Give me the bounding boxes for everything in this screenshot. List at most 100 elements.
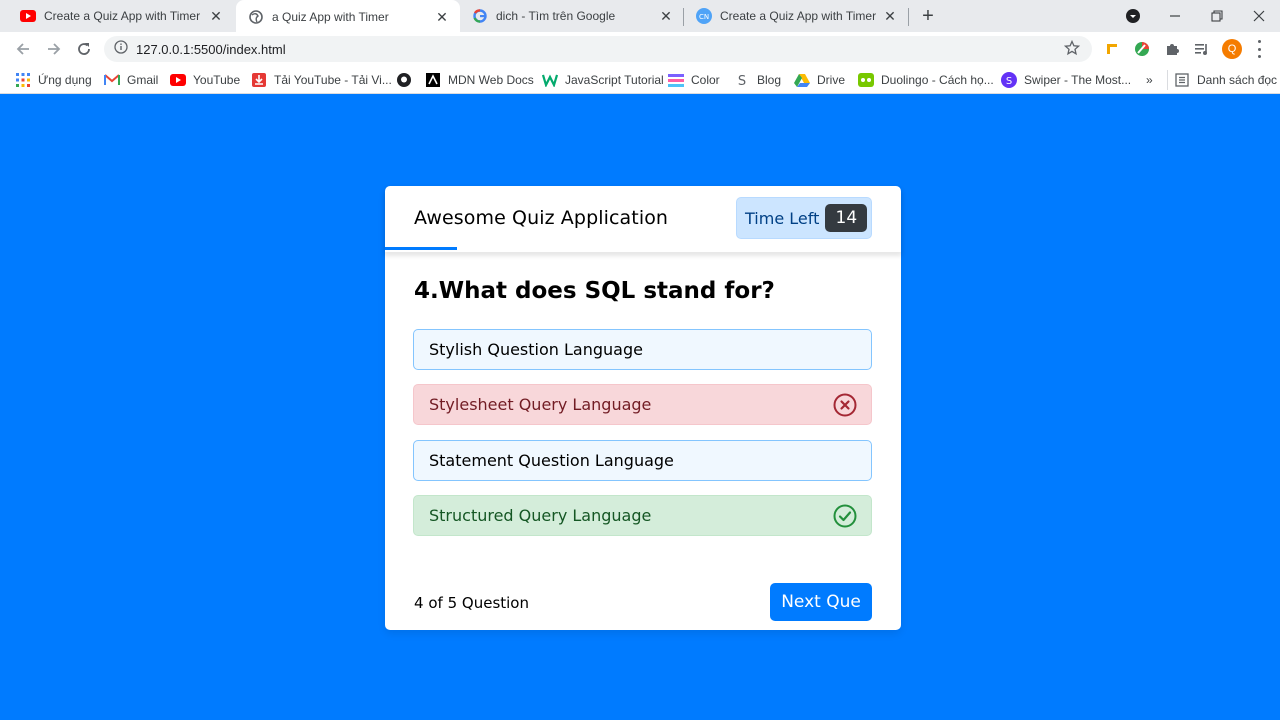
svg-text:S: S	[1006, 76, 1012, 87]
url-text[interactable]: 127.0.0.1:5500/index.html	[136, 42, 286, 57]
bookmark-blog[interactable]: S Blog	[734, 70, 781, 90]
close-tab-icon[interactable]: ✕	[434, 9, 450, 25]
bookmark-label: YouTube	[193, 73, 241, 87]
github-icon	[396, 72, 412, 88]
color-icon	[668, 72, 684, 88]
option-text: Stylish Question Language	[429, 340, 643, 359]
bookmark-label: Drive	[817, 73, 846, 87]
media-control-icon[interactable]	[1193, 40, 1211, 58]
check-icon	[833, 504, 857, 528]
minimize-window-button[interactable]	[1154, 0, 1196, 32]
bookmark-label: Color	[691, 73, 720, 87]
more-bookmarks-button[interactable]: »	[1146, 70, 1153, 90]
globe-icon	[248, 9, 264, 25]
blog-icon: S	[734, 72, 750, 88]
bookmark-label: Swiper - The Most...	[1024, 73, 1132, 87]
svg-text:S: S	[738, 74, 746, 87]
bookmark-drive[interactable]: Drive	[794, 70, 845, 90]
profile-avatar[interactable]: Q	[1222, 39, 1242, 59]
bookmark-star-icon[interactable]	[1063, 39, 1082, 58]
gmail-icon	[104, 72, 120, 88]
tab-separator	[908, 8, 909, 26]
drive-icon	[794, 72, 810, 88]
timer-label: Time Left	[745, 208, 820, 228]
browser-tab[interactable]: dich - Tìm trên Google ✕	[460, 0, 684, 32]
total-questions: 5	[447, 594, 458, 612]
codingnepal-icon: CN	[696, 8, 712, 24]
counter-label: Question	[461, 594, 529, 612]
bookmark-label: Tải YouTube - Tải Vi...	[274, 73, 392, 87]
bookmark-github[interactable]	[396, 70, 419, 90]
bookmark-youtube[interactable]: YouTube	[170, 70, 240, 90]
bookmark-label: JavaScript Tutorial	[565, 73, 664, 87]
bookmark-javascript-tutorial[interactable]: JavaScript Tutorial	[542, 70, 664, 90]
answer-option[interactable]: Stylish Question Language	[413, 329, 872, 370]
info-icon[interactable]	[114, 39, 128, 59]
swiper-icon: S	[1001, 72, 1017, 88]
forward-button[interactable]	[42, 37, 66, 61]
extension-pin-icon[interactable]	[1103, 40, 1121, 58]
counter-of: of	[428, 594, 443, 612]
next-question-button[interactable]: Next Que	[770, 583, 872, 621]
close-window-button[interactable]	[1238, 0, 1280, 32]
current-question-number: 4	[414, 594, 424, 612]
timer: Time Left 14	[736, 197, 872, 239]
bookmark-duolingo[interactable]: Duolingo - Cách họ...	[858, 70, 994, 90]
bookmarks-bar: Ứng dụng Gmail YouTube Tải YouTube - Tải…	[0, 66, 1280, 94]
w3-icon	[542, 72, 558, 88]
bookmark-download[interactable]: Tải YouTube - Tải Vi...	[251, 70, 392, 90]
question-text: 4.What does SQL stand for?	[414, 278, 775, 304]
bookmark-apps[interactable]: Ứng dụng	[15, 70, 92, 90]
reading-list-icon	[1174, 72, 1190, 88]
close-tab-icon[interactable]: ✕	[208, 8, 224, 24]
bookmark-label: Duolingo - Cách họ...	[881, 73, 994, 87]
youtube-icon	[20, 8, 36, 24]
question-counter: 4 of 5 Question	[414, 594, 529, 612]
address-bar[interactable]: 127.0.0.1:5500/index.html	[104, 36, 1092, 62]
bookmark-label: Gmail	[127, 73, 159, 87]
answer-option-correct[interactable]: Structured Query Language	[413, 495, 872, 536]
browser-tab[interactable]: CN Create a Quiz App with Timer usi ✕	[684, 0, 908, 32]
quiz-title: Awesome Quiz Application	[414, 207, 669, 229]
bookmark-mdn[interactable]: MDN Web Docs	[425, 70, 534, 90]
reading-list-button[interactable]: Danh sách đọc	[1167, 70, 1277, 90]
answer-option[interactable]: Statement Question Language	[413, 440, 872, 481]
option-text: Structured Query Language	[429, 506, 652, 525]
quiz-header: Awesome Quiz Application Time Left 14	[385, 186, 901, 252]
download-icon	[251, 72, 267, 88]
extension-colorpicker-icon[interactable]	[1133, 40, 1151, 58]
google-icon	[472, 8, 488, 24]
reload-button[interactable]	[72, 37, 96, 61]
answer-option-wrong[interactable]: Stylesheet Query Language	[413, 384, 872, 425]
bookmark-swiper[interactable]: S Swiper - The Most...	[1001, 70, 1131, 90]
bookmark-label: MDN Web Docs	[448, 73, 534, 87]
svg-text:CN: CN	[699, 13, 709, 21]
tab-title: Create a Quiz App with Timer usi	[720, 9, 876, 23]
apps-grid-icon	[15, 72, 31, 88]
bookmark-gmail[interactable]: Gmail	[104, 70, 158, 90]
extensions-puzzle-icon[interactable]	[1163, 40, 1181, 58]
browser-menu-icon[interactable]	[1256, 40, 1262, 58]
timer-seconds: 14	[825, 204, 868, 232]
time-progress-line	[385, 247, 457, 250]
option-text: Statement Question Language	[429, 451, 674, 470]
new-tab-button[interactable]: +	[918, 6, 938, 26]
close-tab-icon[interactable]: ✕	[882, 8, 898, 24]
browser-tab[interactable]: Create a Quiz App with Timer usi ✕	[8, 0, 234, 32]
quiz-footer: 4 of 5 Question Next Que	[385, 570, 901, 630]
duolingo-icon	[858, 72, 874, 88]
cross-icon	[833, 393, 857, 417]
browser-tab-strip: Create a Quiz App with Timer usi ✕ a Qui…	[0, 0, 1280, 34]
quiz-box: Awesome Quiz Application Time Left 14 4.…	[385, 186, 901, 630]
bookmark-color[interactable]: Color	[668, 70, 720, 90]
tab-search-icon[interactable]	[1112, 0, 1154, 32]
option-text: Stylesheet Query Language	[429, 395, 652, 414]
mdn-icon	[425, 72, 441, 88]
reading-list-label: Danh sách đọc	[1197, 73, 1278, 87]
tab-title: a Quiz App with Timer	[272, 10, 389, 24]
browser-tab-active[interactable]: a Quiz App with Timer ✕	[236, 0, 460, 34]
close-tab-icon[interactable]: ✕	[658, 8, 674, 24]
restore-window-button[interactable]	[1196, 0, 1238, 32]
back-button[interactable]	[11, 37, 35, 61]
youtube-icon	[170, 72, 186, 88]
